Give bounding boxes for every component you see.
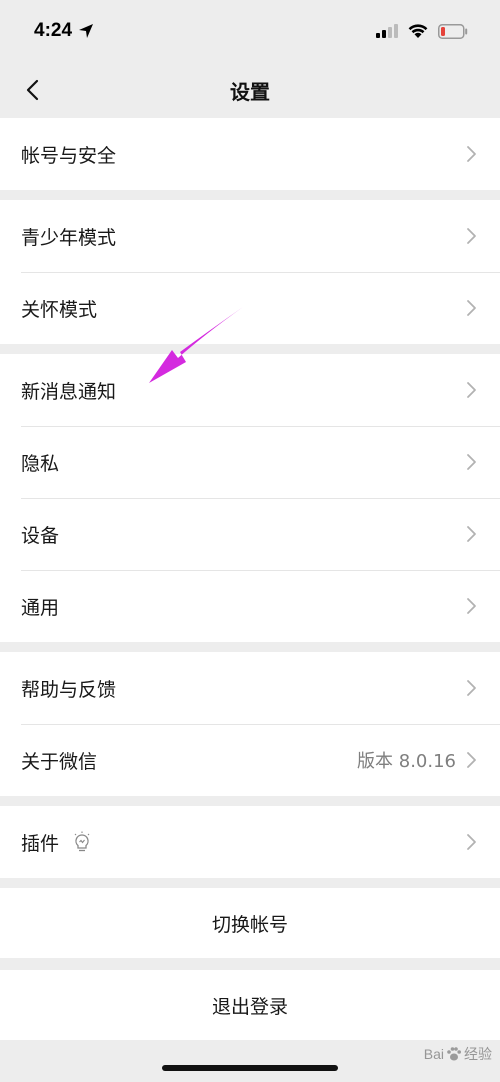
settings-item-label: 帐号与安全 [21, 144, 117, 167]
nav-bar: 设置 [0, 62, 500, 118]
settings-item-account-security[interactable]: 帐号与安全 [0, 118, 500, 190]
settings-item-label: 新消息通知 [21, 380, 117, 403]
chevron-left-icon [26, 79, 39, 101]
settings-item-general[interactable]: 通用 [0, 570, 500, 642]
chevron-right-icon [466, 226, 478, 246]
settings-item-label: 隐私 [21, 452, 60, 475]
chevron-right-icon [466, 750, 478, 770]
settings-item-about-wechat[interactable]: 关于微信 版本 8.0.16 [0, 724, 500, 796]
chevron-right-icon [466, 452, 478, 472]
settings-item-devices[interactable]: 设备 [0, 498, 500, 570]
settings-item-label: 帮助与反馈 [21, 678, 117, 701]
switch-account-button[interactable]: 切换帐号 [0, 888, 500, 958]
lightbulb-icon [73, 831, 91, 853]
chevron-right-icon [466, 380, 478, 400]
settings-group-modes: 青少年模式 关怀模式 [0, 200, 500, 344]
settings-item-plugins[interactable]: 插件 [0, 806, 500, 878]
status-time: 4:24 [34, 20, 94, 42]
wifi-icon [408, 24, 428, 38]
watermark-text-left: Bai [423, 1046, 444, 1062]
settings-item-teen-mode[interactable]: 青少年模式 [0, 200, 500, 272]
settings-item-label: 关怀模式 [21, 298, 98, 321]
home-indicator [162, 1065, 338, 1071]
location-arrow-icon [79, 24, 94, 38]
chevron-right-icon [466, 596, 478, 616]
battery-low-icon [438, 23, 468, 39]
chevron-right-icon [466, 832, 478, 852]
paw-icon [447, 1047, 461, 1061]
logout-button[interactable]: 退出登录 [0, 970, 500, 1040]
settings-item-label: 通用 [21, 596, 60, 619]
settings-item-label: 插件 [21, 832, 60, 855]
version-value: 版本 8.0.16 [357, 751, 456, 772]
settings-group-about: 帮助与反馈 关于微信 版本 8.0.16 [0, 652, 500, 796]
page-title: 设置 [230, 79, 270, 104]
settings-group-account: 帐号与安全 [0, 118, 500, 190]
settings-group-general: 新消息通知 隐私 设备 通用 [0, 354, 500, 642]
back-button[interactable] [14, 72, 50, 108]
settings-item-label: 青少年模式 [21, 226, 117, 249]
settings-item-label: 设备 [21, 524, 60, 547]
settings-item-label-wrap: 插件 [21, 829, 466, 856]
status-icons [376, 23, 468, 39]
chevron-right-icon [466, 678, 478, 698]
settings-item-new-message-notifications[interactable]: 新消息通知 [0, 354, 500, 426]
settings-group-plugins: 插件 [0, 806, 500, 878]
signal-icon [376, 24, 398, 38]
settings-item-help-feedback[interactable]: 帮助与反馈 [0, 652, 500, 724]
chevron-right-icon [466, 144, 478, 164]
chevron-right-icon [466, 298, 478, 318]
status-bar: 4:24 [0, 0, 500, 62]
settings-item-label: 关于微信 [21, 750, 98, 773]
status-time-text: 4:24 [34, 20, 73, 41]
chevron-right-icon [466, 524, 478, 544]
watermark: Bai 经验 [424, 1044, 492, 1064]
settings-item-care-mode[interactable]: 关怀模式 [0, 272, 500, 344]
settings-item-privacy[interactable]: 隐私 [0, 426, 500, 498]
watermark-text-right: 经验 [464, 1046, 492, 1062]
